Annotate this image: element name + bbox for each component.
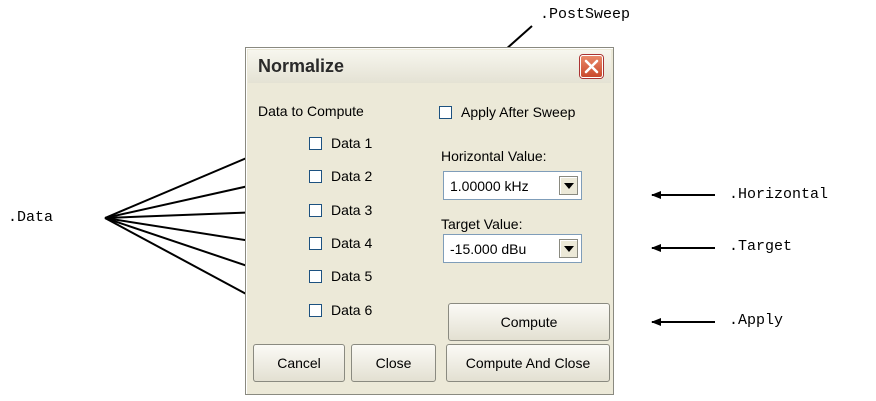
target-dropdown-button[interactable]	[559, 239, 578, 258]
horizontal-value-text: 1.00000 kHz	[450, 178, 529, 194]
annotation-target: .Target	[729, 238, 793, 255]
target-value-select[interactable]: -15.000 dBu	[443, 234, 582, 263]
data-to-compute-label: Data to Compute	[258, 103, 364, 119]
close-button[interactable]: Close	[351, 344, 436, 382]
data-1-label: Data 1	[331, 135, 373, 151]
checkbox-box[interactable]	[309, 204, 322, 217]
checkbox-box[interactable]	[309, 237, 322, 250]
annotation-post-sweep: .PostSweep	[540, 6, 631, 23]
dialog-title: Normalize	[258, 56, 345, 76]
annotation-horizontal: .Horizontal	[729, 186, 829, 203]
chevron-down-icon	[564, 246, 574, 252]
annotation-data: .Data	[8, 209, 54, 226]
apply-after-sweep-label: Apply After Sweep	[461, 104, 576, 120]
compute-button[interactable]: Compute	[448, 303, 610, 341]
checkbox-box[interactable]	[309, 137, 322, 150]
title-bar[interactable]: Normalize	[248, 50, 611, 83]
horizontal-value-select[interactable]: 1.00000 kHz	[443, 171, 582, 200]
data-4-label: Data 4	[331, 235, 373, 251]
target-value-text: -15.000 dBu	[450, 241, 527, 257]
horizontal-value-label: Horizontal Value:	[441, 148, 547, 164]
checkbox-box[interactable]	[439, 106, 452, 119]
checkbox-box[interactable]	[309, 170, 322, 183]
horizontal-dropdown-button[interactable]	[559, 176, 578, 195]
data-6-label: Data 6	[331, 302, 373, 318]
target-value-label: Target Value:	[441, 216, 523, 232]
checkbox-box[interactable]	[309, 304, 322, 317]
compute-and-close-button[interactable]: Compute And Close	[446, 344, 610, 382]
normalize-dialog: Normalize Data to Compute Apply After Sw…	[245, 47, 614, 395]
chevron-down-icon	[564, 183, 574, 189]
checkbox-box[interactable]	[309, 270, 322, 283]
data-2-label: Data 2	[331, 168, 373, 184]
data-5-label: Data 5	[331, 268, 373, 284]
annotation-apply: .Apply	[729, 312, 784, 329]
cancel-button[interactable]: Cancel	[253, 344, 345, 382]
data-3-label: Data 3	[331, 202, 373, 218]
close-icon	[584, 59, 599, 74]
close-window-button[interactable]	[580, 55, 603, 78]
